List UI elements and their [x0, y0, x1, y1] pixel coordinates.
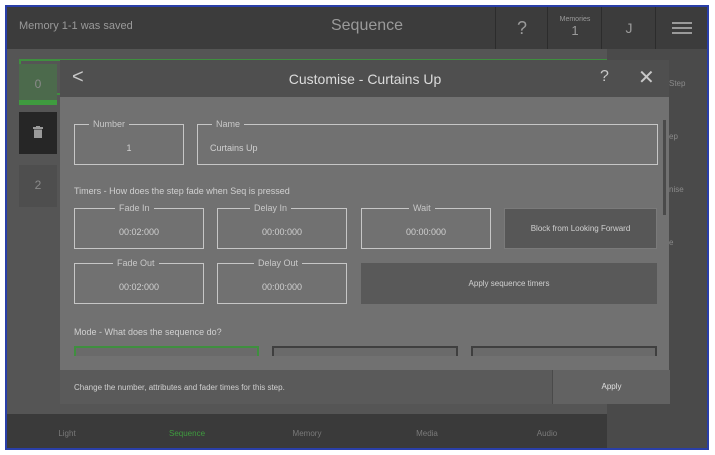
memories-button[interactable]: Memories 1: [547, 7, 602, 49]
right-item-nise[interactable]: nise: [669, 185, 684, 194]
step-item-2[interactable]: 2: [19, 165, 57, 207]
name-label: Name: [212, 119, 245, 130]
status-message: Memory 1-1 was saved: [19, 20, 133, 32]
right-item-step[interactable]: Step: [669, 79, 685, 88]
footer-hint: Change the number, attributes and fader …: [74, 383, 285, 392]
block-from-looking-forward-button[interactable]: Block from Looking Forward: [504, 208, 657, 249]
wait-field[interactable]: Wait 00:00:000: [361, 203, 491, 249]
apply-sequence-timers-button[interactable]: Apply sequence timers: [361, 263, 657, 304]
delay-out-value: 00:00:000: [261, 282, 303, 292]
wait-label: Wait: [409, 203, 435, 214]
name-field[interactable]: Name Curtains Up: [197, 119, 658, 165]
menu-button[interactable]: [655, 7, 707, 49]
fade-in-value: 00:02:000: [118, 227, 160, 237]
delay-in-label: Delay In: [250, 203, 292, 214]
fade-in-field[interactable]: Fade In 00:02:000: [74, 203, 204, 249]
dialog-footer: Change the number, attributes and fader …: [60, 370, 670, 404]
nav-sequence[interactable]: Sequence: [127, 429, 247, 438]
customise-dialog: < Customise - Curtains Up ? ✕ Number 1 N…: [60, 60, 670, 404]
delay-in-field[interactable]: Delay In 00:00:000: [217, 203, 347, 249]
fade-in-label: Fade In: [115, 203, 154, 214]
delay-in-value: 00:00:000: [261, 227, 303, 237]
close-icon[interactable]: ✕: [638, 65, 655, 90]
help-button[interactable]: ?: [495, 7, 548, 49]
delay-out-field[interactable]: Delay Out 00:00:000: [217, 258, 347, 304]
mode-heading: Mode - What does the sequence do?: [74, 327, 222, 337]
memories-label: Memories: [559, 16, 591, 23]
bottom-nav: Light Sequence Memory Media Audio: [7, 414, 607, 448]
nav-media[interactable]: Media: [367, 429, 487, 438]
wait-value: 00:00:000: [405, 227, 447, 237]
dialog-help-icon[interactable]: ?: [600, 68, 609, 86]
name-value: Curtains Up: [210, 143, 258, 153]
mode-option-3[interactable]: [471, 346, 657, 356]
memories-count: 1: [571, 23, 579, 38]
trash-icon: [33, 126, 43, 138]
dialog-scrollbar[interactable]: [663, 120, 666, 215]
delay-out-label: Delay Out: [254, 258, 303, 269]
number-label: Number: [89, 119, 130, 130]
mode-option-2[interactable]: [272, 346, 458, 356]
nav-light[interactable]: Light: [7, 429, 127, 438]
dialog-title: Customise - Curtains Up: [288, 71, 442, 87]
user-initial: J: [625, 20, 633, 36]
right-item-e[interactable]: e: [669, 238, 673, 247]
number-field[interactable]: Number 1: [74, 119, 184, 165]
fade-out-field[interactable]: Fade Out 00:02:000: [74, 258, 204, 304]
app-window: Memory 1-1 was saved Sequence ? Memories…: [5, 5, 709, 450]
help-icon: ?: [516, 18, 527, 38]
fade-out-label: Fade Out: [113, 258, 159, 269]
step-item-0[interactable]: 0: [19, 64, 57, 105]
right-item-ep[interactable]: ep: [669, 132, 678, 141]
mode-option-1[interactable]: [74, 346, 259, 356]
page-title: Sequence: [330, 17, 404, 34]
nav-memory[interactable]: Memory: [247, 429, 367, 438]
apply-button[interactable]: Apply: [552, 370, 670, 404]
user-button[interactable]: J: [601, 7, 656, 49]
dialog-header: < Customise - Curtains Up ? ✕: [60, 60, 669, 97]
number-value: 1: [126, 143, 132, 153]
back-arrow-icon[interactable]: <: [72, 66, 84, 89]
fade-out-value: 00:02:000: [118, 282, 160, 292]
nav-audio[interactable]: Audio: [487, 429, 607, 438]
top-bar: Memory 1-1 was saved Sequence ? Memories…: [7, 7, 707, 49]
delete-step-button[interactable]: [19, 112, 57, 154]
timers-heading: Timers - How does the step fade when Seq…: [74, 186, 290, 196]
